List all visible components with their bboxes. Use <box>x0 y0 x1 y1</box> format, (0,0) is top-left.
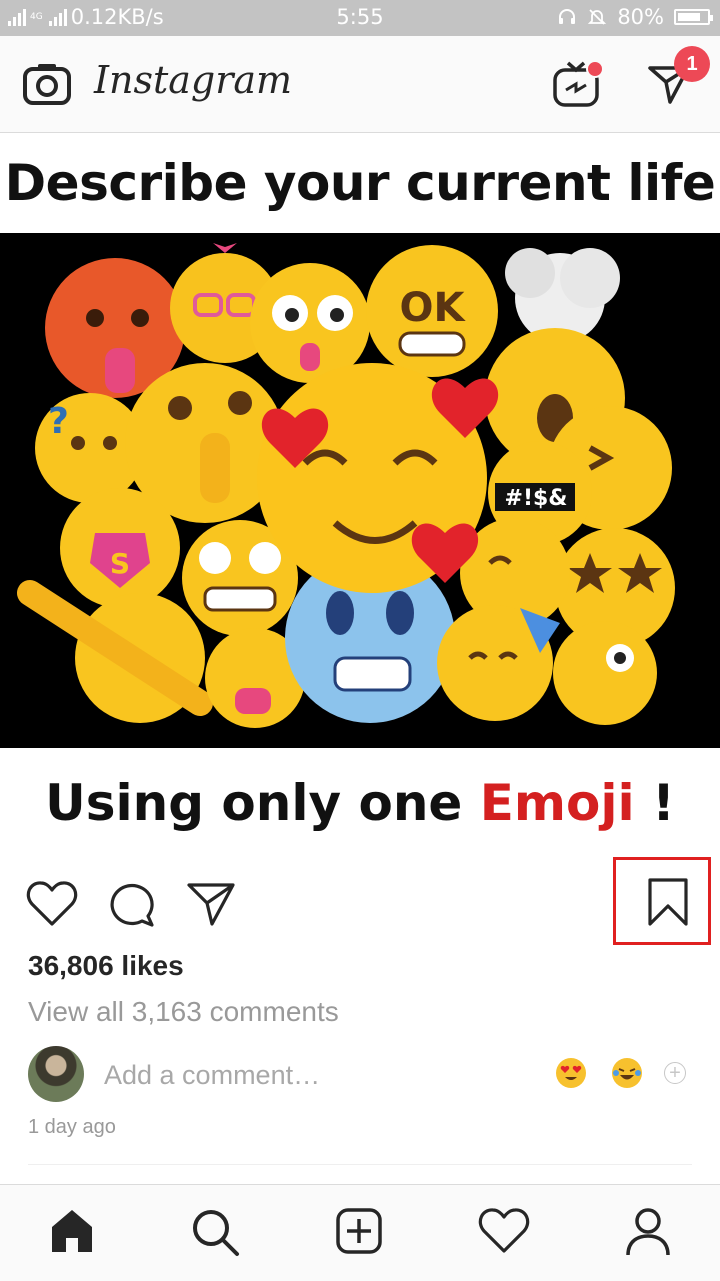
home-icon[interactable] <box>48 1207 96 1255</box>
view-all-comments-link[interactable]: View all 3,163 comments <box>28 996 339 1028</box>
activity-heart-icon[interactable] <box>478 1207 530 1255</box>
laughing-tears-emoji[interactable] <box>612 1058 642 1088</box>
add-comment-input[interactable]: Add a comment… <box>104 1060 320 1091</box>
avatar <box>28 1046 84 1102</box>
clock: 5:55 <box>336 5 384 29</box>
emoji-face-ok: OK <box>366 245 498 377</box>
svg-text:OK: OK <box>400 285 467 331</box>
instagram-logo: Instagram <box>94 58 293 102</box>
headset-icon <box>559 9 576 24</box>
divider <box>28 1164 692 1165</box>
status-bar: 4G 0.12KB/s 5:55 80% <box>0 0 720 36</box>
post-photo[interactable]: OK ? #!$& S <box>0 233 720 748</box>
comment-icon[interactable] <box>108 880 156 928</box>
battery-percent: 80% <box>617 5 664 29</box>
emoji-collage: OK ? #!$& S <box>17 243 675 728</box>
svg-text:?: ? <box>48 401 69 442</box>
igtv-notification-dot <box>586 60 604 78</box>
emoji-face-dizzy <box>553 621 657 725</box>
emoji-face-super: S <box>60 488 180 608</box>
post-headline: Describe your current life <box>4 154 716 212</box>
top-app-bar: Instagram 1 <box>0 36 720 133</box>
alarm-off-icon <box>588 9 607 25</box>
svg-text:#!$&: #!$& <box>505 486 568 511</box>
direct-message-badge: 1 <box>674 46 710 82</box>
share-icon[interactable] <box>186 880 236 928</box>
add-emoji-plus-icon[interactable]: + <box>664 1062 686 1084</box>
bottom-tab-bar <box>0 1184 720 1281</box>
emoji-face-dab <box>17 580 213 723</box>
post-image-footer: Using only one Emoji ! <box>0 748 720 858</box>
subline-suffix: ! <box>634 774 675 832</box>
subline-prefix: Using only one <box>45 774 480 832</box>
post-subline: Using only one Emoji ! <box>45 774 675 832</box>
search-icon[interactable] <box>190 1207 240 1257</box>
heart-eyes-emoji[interactable] <box>556 1058 586 1088</box>
battery-icon <box>674 9 713 25</box>
post-image-header: Describe your current life <box>0 133 720 233</box>
camera-icon[interactable] <box>22 62 72 106</box>
likes-count[interactable]: 36,806 likes <box>28 950 184 982</box>
like-heart-icon[interactable] <box>26 880 78 928</box>
subline-emphasis: Emoji <box>479 774 635 832</box>
svg-text:S: S <box>110 547 130 580</box>
post-actions <box>0 858 720 948</box>
add-comment-row: Add a comment… + <box>0 1046 720 1108</box>
bookmark-highlight-box <box>613 857 711 945</box>
new-post-icon[interactable] <box>335 1207 383 1255</box>
emoji-face-party <box>437 605 560 721</box>
profile-icon[interactable] <box>624 1207 672 1257</box>
post-timestamp: 1 day ago <box>28 1116 116 1138</box>
